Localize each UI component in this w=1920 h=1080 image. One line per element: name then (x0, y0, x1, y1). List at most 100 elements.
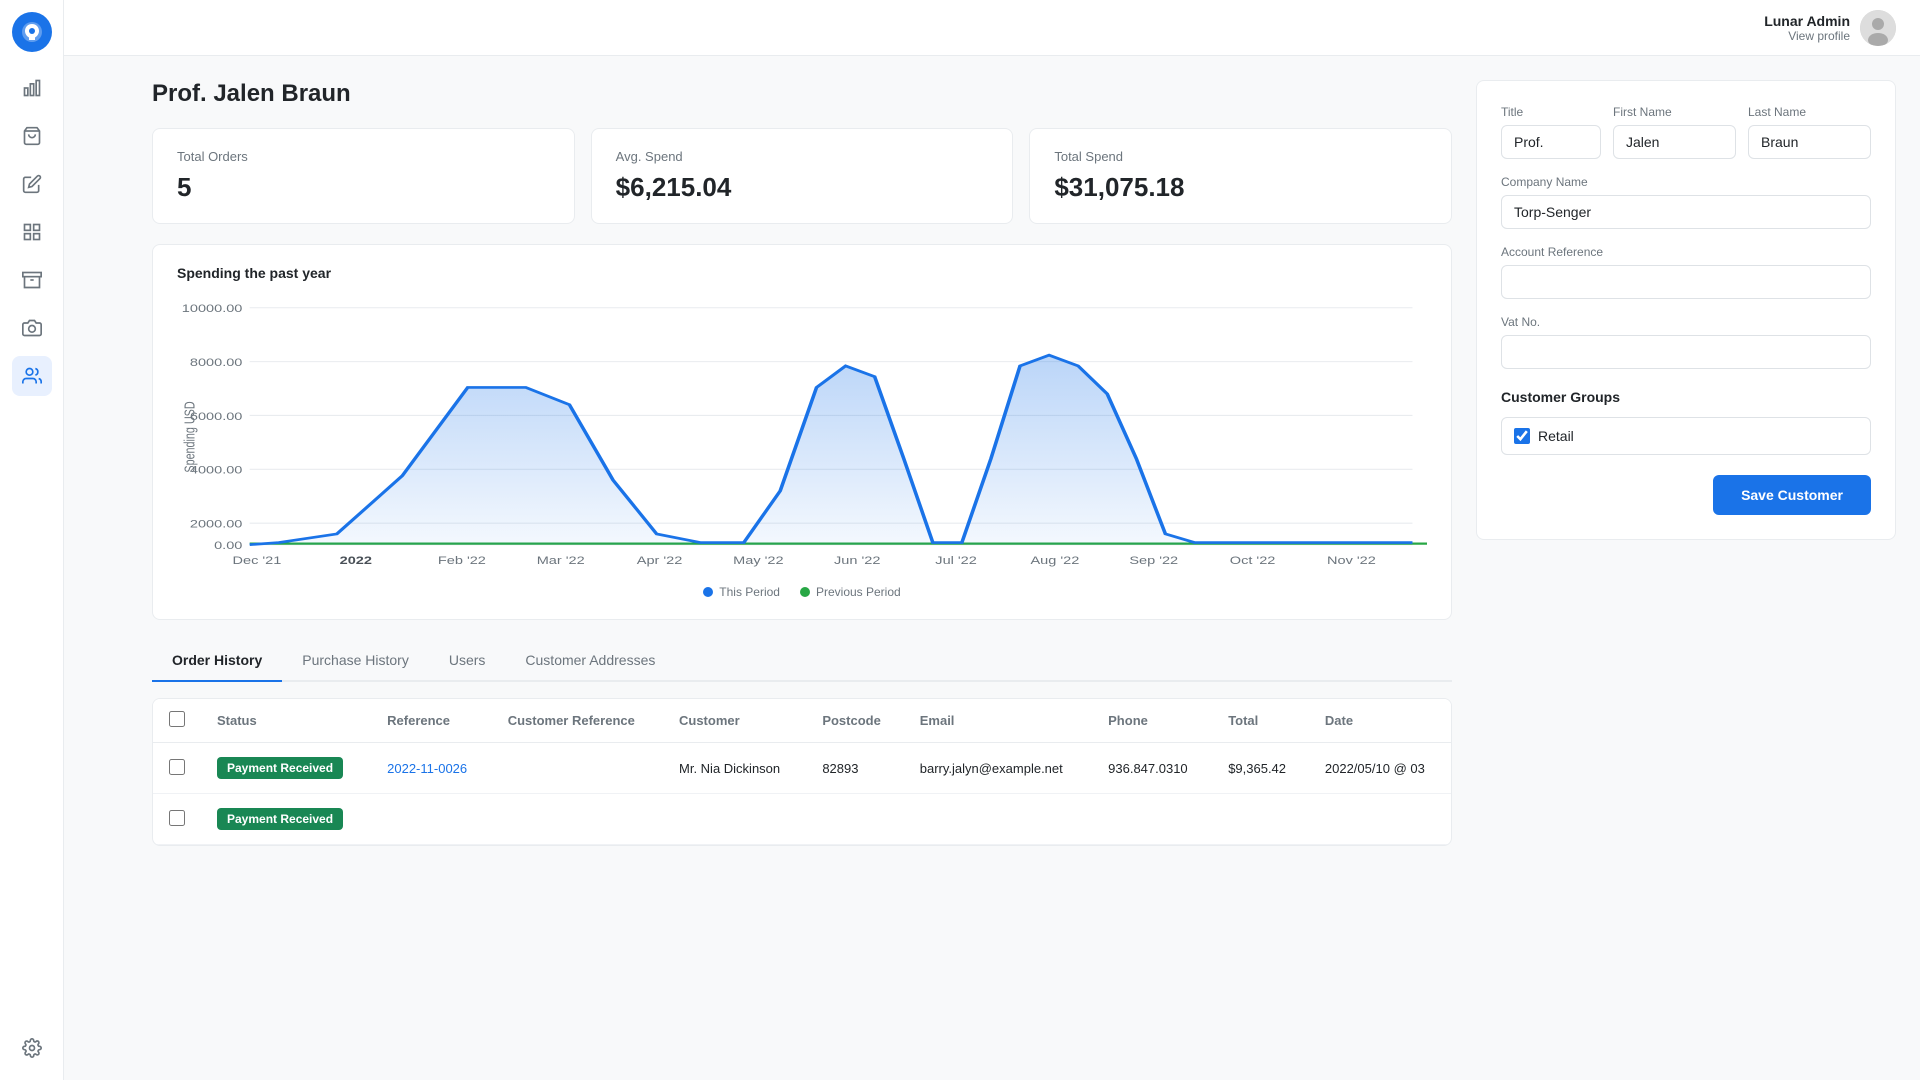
svg-text:Apr '22: Apr '22 (637, 554, 683, 567)
user-info[interactable]: Lunar Admin View profile (1764, 10, 1896, 46)
chart-card: Spending the past year 10000.00 8000.00 … (152, 244, 1452, 620)
main-content: Prof. Jalen Braun Total Orders 5 Avg. Sp… (128, 56, 1920, 1080)
company-name-label: Company Name (1501, 175, 1871, 189)
this-period-dot (703, 587, 713, 597)
svg-text:Feb '22: Feb '22 (438, 554, 486, 567)
svg-text:Sep '22: Sep '22 (1129, 554, 1178, 567)
total-orders-label: Total Orders (177, 149, 550, 164)
total-cell: $9,365.42 (1212, 743, 1309, 794)
view-profile-link[interactable]: View profile (1764, 29, 1850, 43)
retail-label[interactable]: Retail (1538, 428, 1574, 444)
sidebar-item-users[interactable] (12, 356, 52, 396)
svg-text:2000.00: 2000.00 (190, 517, 243, 530)
tabs: Order History Purchase History Users Cus… (152, 640, 1452, 682)
svg-text:Oct '22: Oct '22 (1230, 554, 1276, 567)
total-spend-label: Total Spend (1054, 149, 1427, 164)
sidebar-item-shopping[interactable] (12, 116, 52, 156)
right-panel: Title First Name Last Name Company Name (1476, 80, 1896, 1056)
first-name-label: First Name (1613, 105, 1736, 119)
name-row: Title First Name Last Name (1501, 105, 1871, 159)
app-logo[interactable] (12, 12, 52, 52)
col-reference: Reference (371, 699, 492, 743)
tab-purchase-history[interactable]: Purchase History (282, 640, 429, 682)
previous-period-dot (800, 587, 810, 597)
svg-text:May '22: May '22 (733, 554, 783, 567)
col-customer-reference: Customer Reference (492, 699, 663, 743)
col-status: Status (201, 699, 371, 743)
customer-groups-title: Customer Groups (1501, 389, 1871, 405)
previous-period-label: Previous Period (816, 585, 901, 599)
svg-text:Spending USD: Spending USD (181, 401, 198, 472)
svg-text:Dec '21: Dec '21 (233, 554, 282, 567)
first-name-input[interactable] (1613, 125, 1736, 159)
last-name-input[interactable] (1748, 125, 1871, 159)
user-name: Lunar Admin (1764, 13, 1850, 29)
first-name-group: First Name (1613, 105, 1736, 159)
svg-text:Aug '22: Aug '22 (1031, 554, 1080, 567)
row-checkbox[interactable] (169, 759, 185, 775)
reference-link[interactable]: 2022-11-0026 (387, 761, 467, 776)
sidebar-item-archive[interactable] (12, 260, 52, 300)
row-checkbox-2[interactable] (169, 810, 185, 826)
phone-cell: 936.847.0310 (1092, 743, 1212, 794)
topbar: Lunar Admin View profile (64, 0, 1920, 56)
save-customer-button[interactable]: Save Customer (1713, 475, 1871, 515)
sidebar-item-settings[interactable] (12, 1028, 52, 1068)
title-input[interactable] (1501, 125, 1601, 159)
customer-cell: Mr. Nia Dickinson (663, 743, 806, 794)
col-total: Total (1212, 699, 1309, 743)
total-spend-value: $31,075.18 (1054, 172, 1427, 203)
sidebar-item-edit[interactable] (12, 164, 52, 204)
svg-text:Nov '22: Nov '22 (1327, 554, 1376, 567)
left-panel: Prof. Jalen Braun Total Orders 5 Avg. Sp… (152, 80, 1452, 1056)
vat-no-group: Vat No. (1501, 315, 1871, 369)
account-reference-input[interactable] (1501, 265, 1871, 299)
sidebar-item-chart[interactable] (12, 68, 52, 108)
company-name-group: Company Name (1501, 175, 1871, 229)
chart-container: 10000.00 8000.00 6000.00 4000.00 2000.00… (177, 297, 1427, 577)
sidebar-item-camera[interactable] (12, 308, 52, 348)
sidebar-item-grid[interactable] (12, 212, 52, 252)
customer-reference-cell (492, 743, 663, 794)
vat-no-input[interactable] (1501, 335, 1871, 369)
last-name-label: Last Name (1748, 105, 1871, 119)
svg-text:Mar '22: Mar '22 (537, 554, 585, 567)
title-group: Title (1501, 105, 1601, 159)
status-badge: Payment Received (217, 757, 343, 779)
avatar (1860, 10, 1896, 46)
date-cell: 2022/05/10 @ 03 (1309, 743, 1451, 794)
avg-spend-value: $6,215.04 (616, 172, 989, 203)
col-customer: Customer (663, 699, 806, 743)
retail-checkbox[interactable] (1514, 428, 1530, 444)
title-label: Title (1501, 105, 1601, 119)
select-all-checkbox[interactable] (169, 711, 185, 727)
tab-customer-addresses[interactable]: Customer Addresses (505, 640, 675, 682)
tab-order-history[interactable]: Order History (152, 640, 282, 682)
status-badge-2: Payment Received (217, 808, 343, 830)
svg-text:0.00: 0.00 (214, 539, 242, 552)
chart-legend: This Period Previous Period (177, 585, 1427, 599)
table-row: Payment Received 2022-11-0026 Mr. Nia Di… (153, 743, 1451, 794)
svg-text:2022: 2022 (340, 554, 372, 567)
svg-text:Jul '22: Jul '22 (935, 554, 977, 567)
avg-spend-label: Avg. Spend (616, 149, 989, 164)
col-email: Email (904, 699, 1092, 743)
order-history-table: Status Reference Customer Reference Cust… (152, 698, 1452, 846)
account-reference-label: Account Reference (1501, 245, 1871, 259)
total-spend-card: Total Spend $31,075.18 (1029, 128, 1452, 224)
last-name-group: Last Name (1748, 105, 1871, 159)
page-title: Prof. Jalen Braun (152, 80, 1452, 108)
postcode-cell: 82893 (806, 743, 903, 794)
this-period-label: This Period (719, 585, 780, 599)
customer-form: Title First Name Last Name Company Name (1476, 80, 1896, 540)
col-date: Date (1309, 699, 1451, 743)
sidebar (0, 0, 64, 1080)
total-orders-value: 5 (177, 172, 550, 203)
company-name-input[interactable] (1501, 195, 1871, 229)
tab-users[interactable]: Users (429, 640, 506, 682)
svg-text:8000.00: 8000.00 (190, 356, 243, 369)
chart-area-fill (250, 355, 1413, 545)
col-postcode: Postcode (806, 699, 903, 743)
stats-row: Total Orders 5 Avg. Spend $6,215.04 Tota… (152, 128, 1452, 224)
spending-chart: 10000.00 8000.00 6000.00 4000.00 2000.00… (177, 297, 1427, 577)
